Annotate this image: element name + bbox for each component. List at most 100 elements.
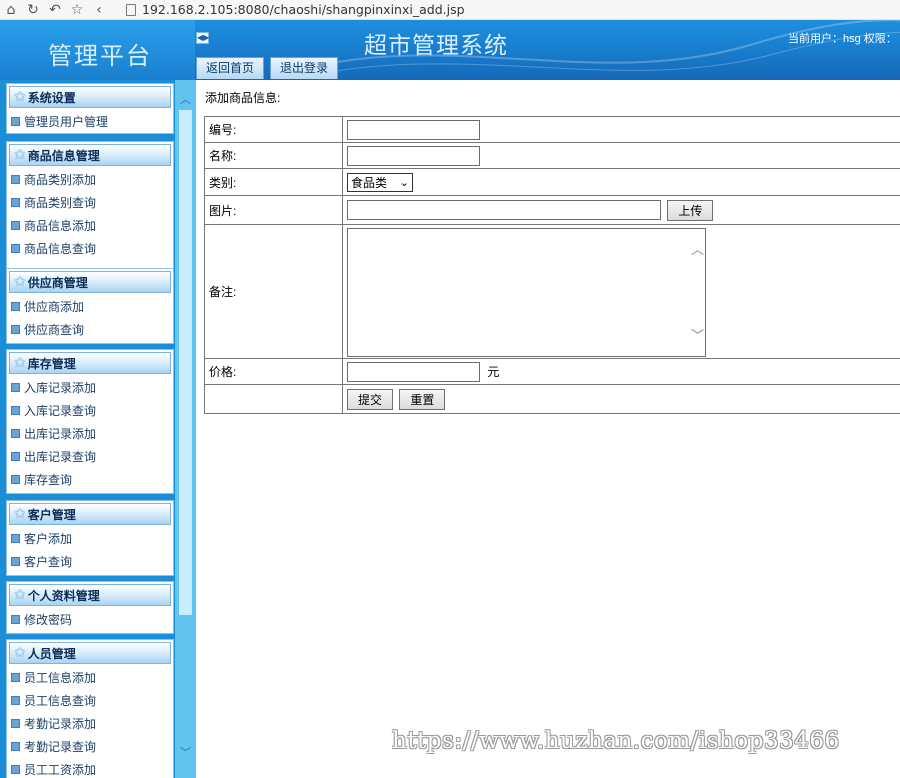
chevron-up-icon[interactable]: ︿ — [691, 239, 704, 258]
sidebar-item-query-outbound[interactable]: 出库记录查询 — [7, 445, 173, 468]
bullet-icon — [11, 325, 20, 334]
scroll-down-icon[interactable]: ﹀ — [178, 745, 193, 761]
app-header: 管理平台 ◀▶ 超市管理系统 当前用户：hsg 权限： 返回首页 退出登录 — [0, 20, 900, 80]
sidebar: ✩ 系统设置 管理员用户管理 ✩ 商品信息管理 商品类别添加 商品类别查询 商品… — [0, 80, 175, 778]
name-input[interactable] — [347, 145, 480, 166]
sidebar-item-label: 管理员用户管理 — [24, 115, 109, 129]
sidebar-item-query-employee[interactable]: 员工信息查询 — [7, 689, 173, 712]
collapse-toggle-icon[interactable]: ◀▶ — [196, 32, 209, 44]
price-input[interactable] — [347, 361, 480, 382]
star-icon: ✩ — [14, 274, 26, 290]
note-textarea[interactable]: ︿ ﹀ — [347, 227, 706, 357]
panel-title: 系统设置 — [27, 90, 76, 105]
panel-title: 个人资料管理 — [27, 588, 100, 603]
home-icon[interactable]: ⌂ — [0, 0, 22, 20]
bullet-icon — [11, 452, 20, 461]
sidebar-item-label: 修改密码 — [24, 613, 73, 627]
reset-button[interactable]: 重置 — [399, 388, 446, 410]
form-row-image: 图片: 上传 — [204, 195, 900, 225]
panel-header[interactable]: ✩ 系统设置 — [9, 86, 171, 108]
bullet-icon — [11, 615, 20, 624]
bullet-icon — [11, 673, 20, 682]
sidebar-item-label: 出库记录添加 — [24, 427, 97, 441]
form-row-actions: 提交 重置 — [204, 384, 900, 414]
url-text[interactable]: 192.168.2.105:8080/chaoshi/shangpinxinxi… — [142, 2, 465, 17]
bullet-icon — [11, 117, 20, 126]
form-row-name: 名称: — [204, 142, 900, 169]
chevron-down-icon: ⌄ — [399, 175, 409, 189]
logout-tab[interactable]: 退出登录 — [270, 57, 339, 79]
sidebar-item-query-stock[interactable]: 库存查询 — [7, 468, 173, 491]
sidebar-item-query-attendance[interactable]: 考勤记录查询 — [7, 735, 173, 758]
sidebar-item-admin-users[interactable]: 管理员用户管理 — [7, 110, 173, 133]
sidebar-item-add-supplier[interactable]: 供应商添加 — [7, 295, 173, 318]
back-arrow-icon[interactable]: ‹ — [88, 0, 110, 20]
panel-title: 商品信息管理 — [27, 148, 100, 163]
price-unit: 元 — [487, 365, 500, 379]
home-tab[interactable]: 返回首页 — [196, 57, 265, 79]
scroll-up-icon[interactable]: ︿ — [178, 92, 193, 108]
refresh-icon[interactable]: ↻ — [22, 0, 44, 20]
panel-profile-management: ✩ 个人资料管理 修改密码 — [6, 581, 174, 634]
panel-title: 库存管理 — [27, 356, 76, 371]
sidebar-item-add-inbound[interactable]: 入库记录添加 — [7, 376, 173, 399]
name-label: 名称: — [204, 142, 343, 169]
panel-header[interactable]: ✩ 商品信息管理 — [9, 144, 171, 166]
sidebar-item-label: 客户添加 — [24, 532, 73, 546]
bullet-icon — [11, 429, 20, 438]
sidebar-item-change-password[interactable]: 修改密码 — [7, 608, 173, 631]
panel-header[interactable]: ✩ 供应商管理 — [9, 271, 171, 293]
sidebar-item-add-attendance[interactable]: 考勤记录添加 — [7, 712, 173, 735]
browser-toolbar: ⌂ ↻ ↶ ☆ ‹ 192.168.2.105:8080/chaoshi/sha… — [0, 0, 900, 20]
sidebar-item-add-customer[interactable]: 客户添加 — [7, 527, 173, 550]
sidebar-item-add-product[interactable]: 商品信息添加 — [7, 214, 173, 237]
sidebar-item-label: 考勤记录查询 — [24, 740, 97, 754]
scroll-thumb[interactable] — [179, 110, 192, 615]
current-user-info: 当前用户：hsg 权限： — [788, 33, 897, 45]
bullet-icon — [11, 765, 20, 774]
sidebar-item-query-supplier[interactable]: 供应商查询 — [7, 318, 173, 341]
sidebar-item-add-category[interactable]: 商品类别添加 — [7, 168, 173, 191]
sidebar-item-label: 商品类别添加 — [24, 173, 97, 187]
undo-icon[interactable]: ↶ — [44, 0, 66, 20]
panel-header[interactable]: ✩ 库存管理 — [9, 352, 171, 374]
upload-button[interactable]: 上传 — [667, 199, 714, 221]
chevron-down-icon[interactable]: ﹀ — [691, 325, 704, 344]
address-bar[interactable]: 192.168.2.105:8080/chaoshi/shangpinxinxi… — [126, 2, 465, 17]
star-icon: ✩ — [14, 89, 26, 105]
sidebar-item-query-inbound[interactable]: 入库记录查询 — [7, 399, 173, 422]
sidebar-item-add-salary[interactable]: 员工工资添加 — [7, 758, 173, 778]
sidebar-item-query-category[interactable]: 商品类别查询 — [7, 191, 173, 214]
sidebar-item-label: 出库记录查询 — [24, 450, 97, 464]
panel-header[interactable]: ✩ 客户管理 — [9, 503, 171, 525]
sidebar-scrollbar[interactable]: ︿ ﹀ — [175, 80, 196, 778]
star-icon: ✩ — [14, 355, 26, 371]
category-select[interactable]: 食品类 ⌄ — [347, 172, 413, 192]
textarea-scrollbar[interactable]: ︿ ﹀ — [689, 229, 705, 356]
star-icon: ✩ — [14, 645, 26, 661]
submit-button[interactable]: 提交 — [347, 388, 394, 410]
panel-inventory-management: ✩ 库存管理 入库记录添加 入库记录查询 出库记录添加 出库记录查询 库存查询 — [6, 349, 174, 494]
note-label: 备注: — [204, 224, 343, 359]
panel-header[interactable]: ✩ 人员管理 — [9, 642, 171, 664]
sidebar-item-label: 员工信息查询 — [24, 694, 97, 708]
category-label: 类别: — [204, 168, 343, 196]
id-input[interactable] — [347, 119, 480, 140]
sidebar-item-add-employee[interactable]: 员工信息添加 — [7, 666, 173, 689]
sidebar-item-query-product[interactable]: 商品信息查询 — [7, 237, 173, 260]
price-label: 价格: — [204, 358, 343, 385]
image-path-input[interactable] — [347, 200, 661, 220]
bullet-icon — [11, 244, 20, 253]
form-row-id: 编号: — [204, 116, 900, 143]
sidebar-item-add-outbound[interactable]: 出库记录添加 — [7, 422, 173, 445]
sidebar-item-query-customer[interactable]: 客户查询 — [7, 550, 173, 573]
panel-customer-management: ✩ 客户管理 客户添加 客户查询 — [6, 500, 174, 576]
system-title: 超市管理系统 — [364, 33, 508, 59]
bullet-icon — [11, 696, 20, 705]
panel-header[interactable]: ✩ 个人资料管理 — [9, 584, 171, 606]
panel-system-settings: ✩ 系统设置 管理员用户管理 — [6, 83, 174, 134]
star-icon[interactable]: ☆ — [66, 0, 88, 20]
sidebar-item-label: 商品信息添加 — [24, 219, 97, 233]
bullet-icon — [11, 383, 20, 392]
bullet-icon — [11, 557, 20, 566]
